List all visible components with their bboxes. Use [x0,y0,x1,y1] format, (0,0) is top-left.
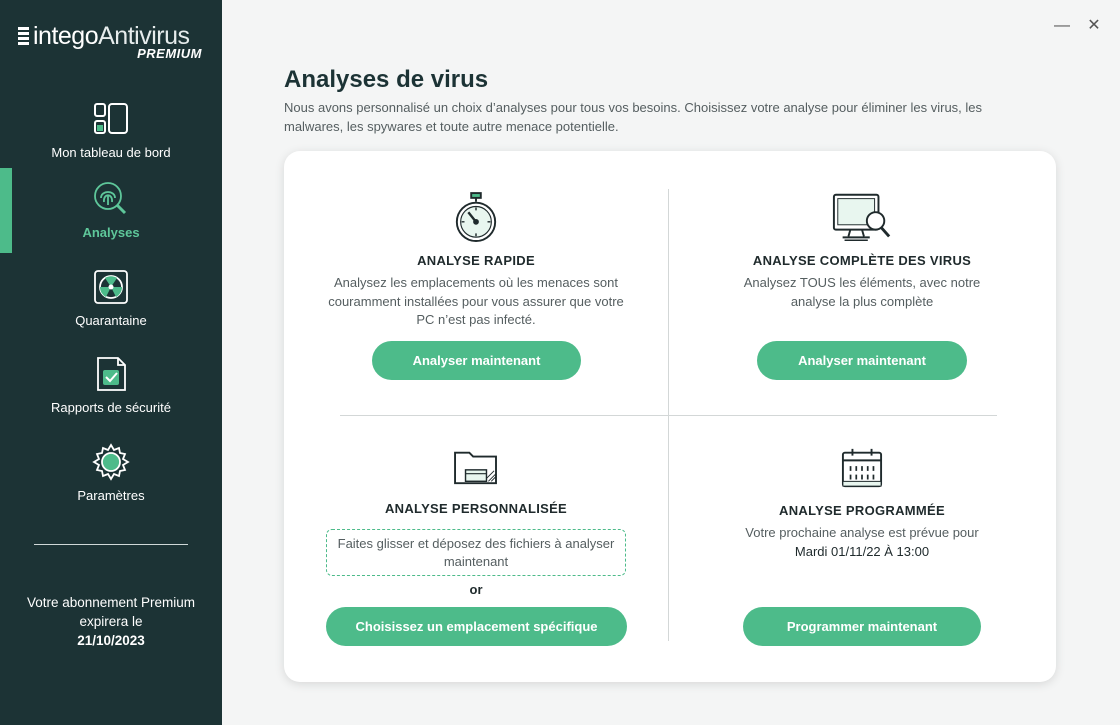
scheduled-scan-title: ANALYSE PROGRAMMÉE [779,503,945,518]
full-scan-title: ANALYSE COMPLÈTE DES VIRUS [752,253,972,268]
calendar-icon [841,448,883,488]
minimize-button[interactable]: — [1052,16,1072,36]
gear-icon [92,443,130,481]
full-scan-description: Analysez TOUS les éléments, avec notre a… [743,275,981,309]
radioactive-box-icon [94,270,128,304]
schedule-now-button[interactable]: Programmer maintenant [743,607,981,646]
page-title: Analyses de virus [284,66,489,93]
quick-scan-description: Analysez les emplacements où les menaces… [328,275,624,327]
fingerprint-scan-icon [94,182,127,215]
edition-label: PREMIUM [137,46,202,61]
close-button[interactable]: ✕ [1084,16,1104,36]
folder-icon [454,451,497,485]
page-description: Nous avons personnalisé un choix d’analy… [284,100,983,134]
sidebar: integoAntivirus PREMIUM Mon tableau de b… [0,0,222,725]
sidebar-item-quarantaine[interactable]: Quarantaine [0,268,222,330]
sidebar-item-label: Quarantaine [75,313,147,328]
scheduled-scan-panel: ANALYSE PROGRAMMÉE Votre prochaine analy… [700,447,1024,561]
subscription-line1: Votre abonnement Premium [26,595,196,610]
scan-options-card: ANALYSE RAPIDE Analysez les emplacements… [284,151,1056,682]
monitor-search-icon [832,193,891,242]
subscription-line2: expirera le [79,614,143,629]
sidebar-item-label: Rapports de sécurité [51,400,171,415]
stopwatch-icon [455,192,497,242]
scheduled-scan-description: Votre prochaine analyse est prévue pour … [700,524,1024,561]
sidebar-item-label: Paramètres [77,488,145,503]
sidebar-item-dashboard[interactable]: Mon tableau de bord [0,100,222,162]
sidebar-item-parametres[interactable]: Paramètres [0,443,222,505]
security-report-icon [97,357,126,391]
sidebar-item-label: Mon tableau de bord [51,145,171,160]
next-scan-datetime: Mardi 01/11/22 À 13:00 [794,543,930,559]
custom-scan-panel: ANALYSE PERSONNALISÉE [326,447,626,516]
brand-name: intego [33,22,99,50]
or-separator: or [469,582,483,597]
sidebar-divider [34,544,188,545]
full-scan-button[interactable]: Analyser maintenant [757,341,967,380]
scheduled-scan-text: Votre prochaine analyse est prévue pour [745,525,979,540]
subscription-info: Votre abonnement Premium expirera le 21/… [0,593,222,650]
logo-bars-icon [18,27,29,45]
file-dropzone[interactable]: Faites glisser et déposez des fichiers à… [326,529,626,576]
subscription-expiry-date: 21/10/2023 [77,633,145,648]
sidebar-item-analyses[interactable]: Analyses [0,180,222,242]
full-scan-panel: ANALYSE COMPLÈTE DES VIRUS Analysez TOUS… [700,191,1024,311]
sidebar-item-rapports[interactable]: Rapports de sécurité [0,355,222,417]
quick-scan-panel: ANALYSE RAPIDE Analysez les emplacements… [326,191,626,330]
app-logo: integoAntivirus PREMIUM [18,22,208,62]
quick-scan-title: ANALYSE RAPIDE [417,253,535,268]
quick-scan-button[interactable]: Analyser maintenant [372,341,581,380]
sidebar-item-label: Analyses [82,225,140,240]
horizontal-divider [340,415,997,416]
dashboard-icon [94,103,128,134]
choose-location-button[interactable]: Choisissez un emplacement spécifique [326,607,627,646]
custom-scan-title: ANALYSE PERSONNALISÉE [384,501,568,516]
